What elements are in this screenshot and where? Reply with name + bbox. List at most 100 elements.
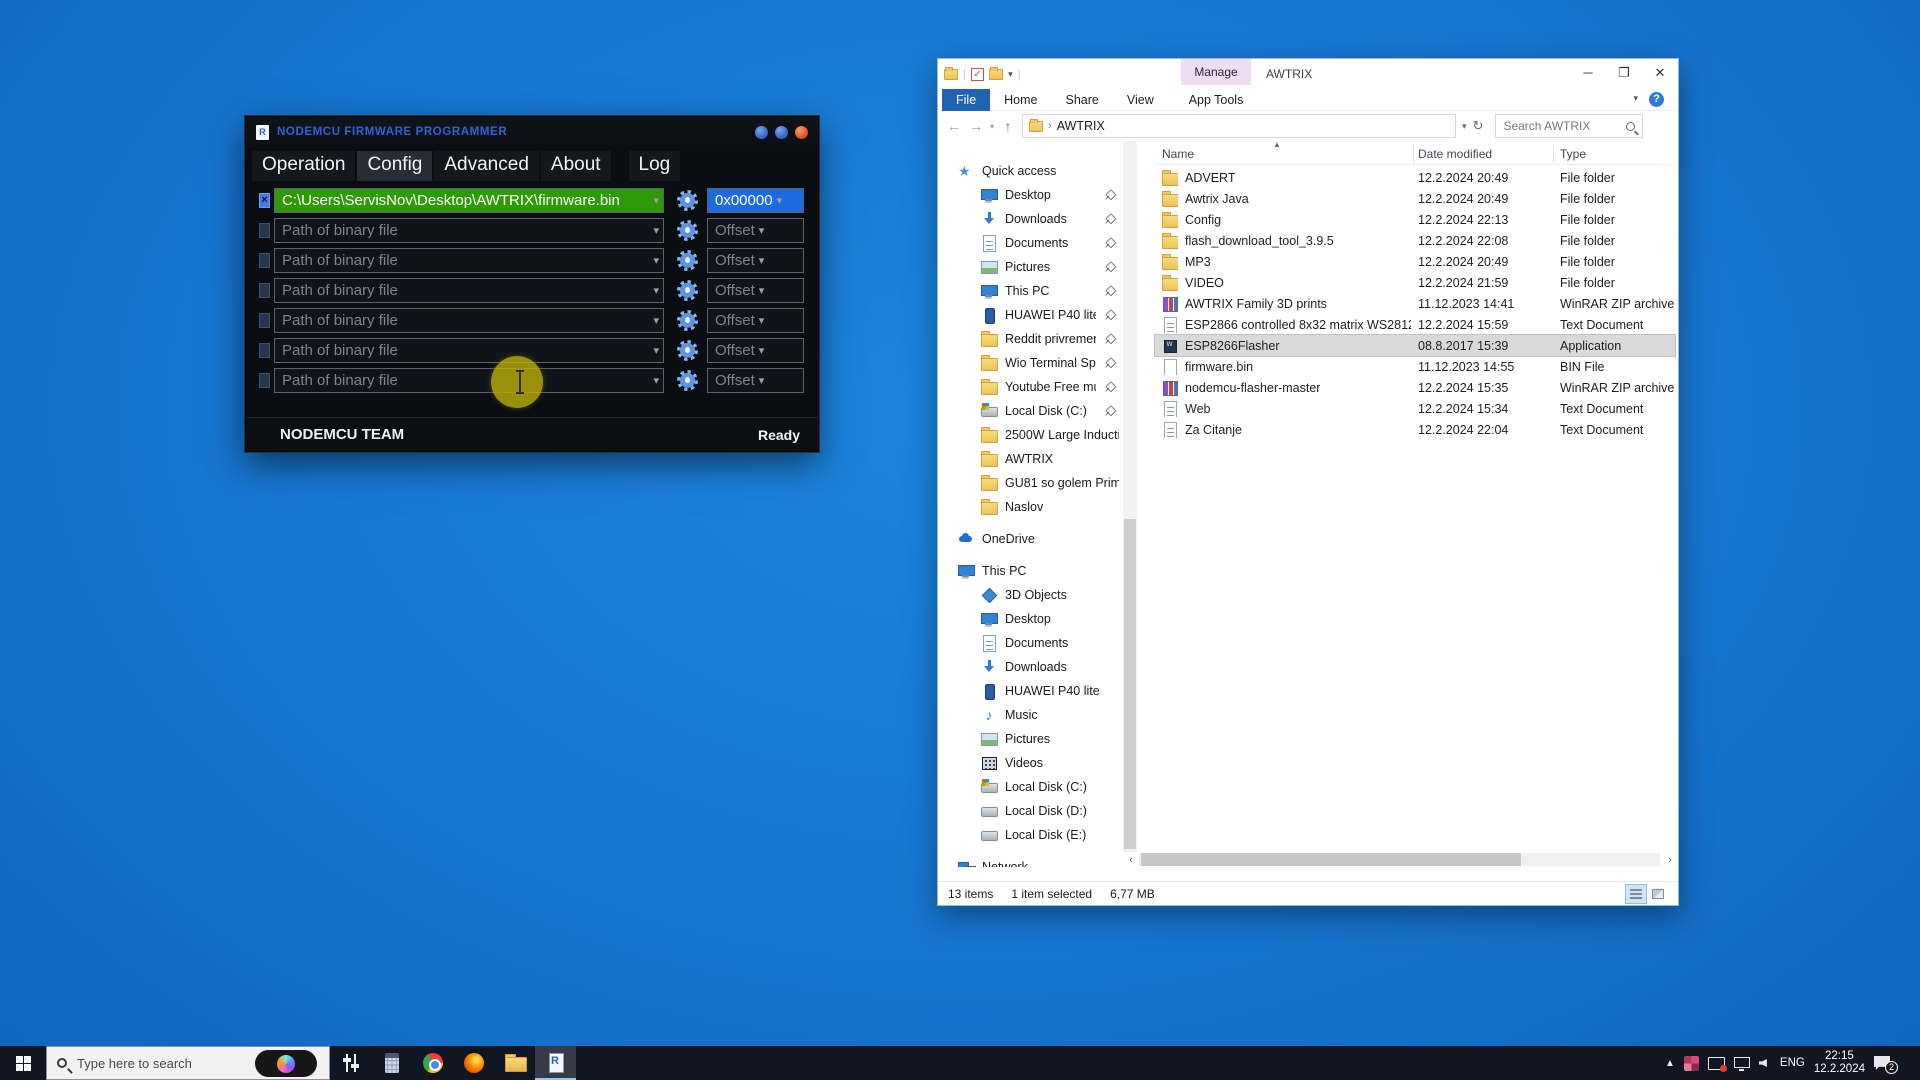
sidebar-item-local-disk-c-[interactable]: Local Disk (C:) — [938, 775, 1123, 799]
scroll-right-icon[interactable]: › — [1662, 854, 1678, 866]
sidebar-item-reddit-privremeni2[interactable]: Reddit privremeni2 — [938, 327, 1123, 351]
gear-icon[interactable] — [677, 190, 698, 211]
network-display-icon[interactable] — [1734, 1057, 1750, 1068]
tab-share[interactable]: Share — [1052, 89, 1113, 111]
file-row[interactable]: ESP2866 controlled 8x32 matrix WS2812 L.… — [1155, 314, 1675, 335]
language-indicator[interactable]: ENG — [1780, 1057, 1805, 1069]
taskbar-file-explorer-button[interactable] — [494, 1046, 535, 1080]
offset-field[interactable]: Offset▾ — [707, 278, 804, 303]
minimize-button[interactable]: ─ — [1570, 59, 1606, 87]
gear-icon[interactable] — [677, 370, 698, 391]
binary-path-field[interactable]: Path of binary file▾ — [274, 278, 664, 303]
details-view-button[interactable] — [1626, 885, 1646, 903]
binary-path-field[interactable]: C:\Users\ServisNov\Desktop\AWTRIX\firmwa… — [274, 188, 664, 213]
tab-home[interactable]: Home — [990, 89, 1051, 111]
tab-log[interactable]: Log — [629, 151, 681, 181]
offset-field[interactable]: Offset▾ — [707, 308, 804, 333]
screen-share-icon[interactable] — [1708, 1057, 1725, 1070]
file-row[interactable]: nodemcu-flasher-master12.2.2024 15:35Win… — [1155, 377, 1675, 398]
tab-operation[interactable]: Operation — [252, 151, 355, 181]
sidebar-item-local-disk-d-[interactable]: Local Disk (D:) — [938, 799, 1123, 823]
binary-path-field[interactable]: Path of binary file▾ — [274, 338, 664, 363]
hidden-icons-chevron-icon[interactable]: ▲ — [1665, 1058, 1675, 1069]
sidebar-item-this-pc[interactable]: This PC — [938, 279, 1123, 303]
file-row[interactable]: AWTRIX Family 3D prints11.12.2023 14:41W… — [1155, 293, 1675, 314]
sidebar-item-music[interactable]: Music — [938, 703, 1123, 727]
maximize-button[interactable] — [775, 126, 788, 139]
address-dropdown-chevron-icon[interactable]: ▾ — [1462, 121, 1467, 132]
tab-view[interactable]: View — [1113, 89, 1168, 111]
tab-about[interactable]: About — [541, 151, 611, 181]
qat-newfolder-icon[interactable] — [989, 69, 1003, 80]
file-row[interactable]: Awtrix Java12.2.2024 20:49File folder — [1155, 188, 1675, 209]
horizontal-scrollbar[interactable]: ‹ › — [1123, 852, 1678, 867]
row-checkbox[interactable] — [259, 373, 270, 388]
sidebar-item-huawei-p40-lite[interactable]: HUAWEI P40 lite — [938, 679, 1123, 703]
sidebar-item-youtube-free-music[interactable]: Youtube Free music — [938, 375, 1123, 399]
row-checkbox[interactable] — [259, 313, 270, 328]
start-button[interactable] — [0, 1046, 46, 1080]
maximize-button[interactable]: ❐ — [1606, 59, 1642, 87]
binary-path-field[interactable]: Path of binary file▾ — [274, 368, 664, 393]
sidebar-item-local-disk-e-[interactable]: Local Disk (E:) — [938, 823, 1123, 847]
taskbar-video-editor-button[interactable] — [330, 1046, 371, 1080]
path-dropdown-chevron-icon[interactable]: ▾ — [653, 194, 659, 207]
sidebar-item-naslov[interactable]: Naslov — [938, 495, 1123, 519]
scrollbar-thumb[interactable] — [1124, 519, 1136, 849]
offset-field[interactable]: Offset▾ — [707, 248, 804, 273]
taskbar-nodemcu-flasher-button[interactable] — [535, 1046, 576, 1080]
back-icon[interactable]: ← — [946, 118, 962, 134]
sidebar-item-2500w-large-induction-h[interactable]: 2500W Large Induction H — [938, 423, 1123, 447]
column-name[interactable]: Name — [1162, 143, 1194, 165]
scrollbar-thumb[interactable] — [1141, 853, 1521, 866]
clock[interactable]: 22:15 12.2.2024 — [1814, 1050, 1865, 1076]
row-checkbox[interactable]: × — [259, 193, 270, 208]
tray-app-icon[interactable] — [1684, 1056, 1699, 1071]
large-icons-view-button[interactable] — [1648, 885, 1668, 903]
path-dropdown-chevron-icon[interactable]: ▾ — [653, 344, 659, 357]
file-row[interactable]: firmware.bin11.12.2023 14:55BIN File — [1155, 356, 1675, 377]
history-chevron-icon[interactable]: ▾ — [990, 122, 994, 131]
sidebar-item-downloads[interactable]: Downloads — [938, 655, 1123, 679]
volume-icon[interactable] — [1759, 1059, 1767, 1067]
explorer-titlebar[interactable]: | ✓ ▾ | Manage AWTRIX ─ ❐ ✕ — [938, 59, 1678, 89]
nodemcu-titlebar[interactable]: NODEMCU FIRMWARE PROGRAMMER — [246, 117, 818, 147]
navigation-scrollbar[interactable]: ▾ — [1123, 141, 1137, 867]
file-row[interactable]: ESP8266Flasher08.8.2017 15:39Application — [1155, 335, 1675, 356]
offset-field[interactable]: Offset▾ — [707, 218, 804, 243]
offset-dropdown-chevron-icon[interactable]: ▾ — [759, 314, 765, 327]
sidebar-item-videos[interactable]: Videos — [938, 751, 1123, 775]
offset-dropdown-chevron-icon[interactable]: ▾ — [759, 284, 765, 297]
search-box[interactable]: Search AWTRIX — [1495, 114, 1643, 138]
gear-icon[interactable] — [677, 220, 698, 241]
offset-field[interactable]: Offset▾ — [707, 338, 804, 363]
offset-dropdown-chevron-icon[interactable]: ▾ — [759, 224, 765, 237]
offset-dropdown-chevron-icon[interactable]: ▾ — [759, 254, 765, 267]
sidebar-item-awtrix[interactable]: AWTRIX — [938, 447, 1123, 471]
path-dropdown-chevron-icon[interactable]: ▾ — [653, 314, 659, 327]
path-dropdown-chevron-icon[interactable]: ▾ — [653, 224, 659, 237]
sidebar-item-desktop[interactable]: Desktop — [938, 607, 1123, 631]
row-checkbox[interactable] — [259, 283, 270, 298]
tab-file[interactable]: File — [942, 89, 990, 111]
taskbar-chrome-button[interactable] — [412, 1046, 453, 1080]
file-row[interactable]: Za Citanje12.2.2024 22:04Text Document — [1155, 419, 1675, 440]
copilot-button[interactable] — [255, 1050, 317, 1077]
taskbar-firefox-button[interactable] — [453, 1046, 494, 1080]
up-icon[interactable]: ↑ — [1000, 118, 1016, 134]
tab-config[interactable]: Config — [357, 151, 432, 181]
minimize-button[interactable] — [755, 126, 768, 139]
binary-path-field[interactable]: Path of binary file▾ — [274, 218, 664, 243]
qat-properties-icon[interactable]: ✓ — [971, 68, 984, 81]
gear-icon[interactable] — [677, 340, 698, 361]
sidebar-item-desktop[interactable]: Desktop — [938, 183, 1123, 207]
offset-field[interactable]: 0x00000▾ — [707, 188, 804, 213]
sidebar-item-onedrive[interactable]: OneDrive — [938, 527, 1123, 551]
sidebar-item-quick-access[interactable]: Quick access — [938, 159, 1123, 183]
taskbar-calculator-button[interactable] — [371, 1046, 412, 1080]
offset-dropdown-chevron-icon[interactable]: ▾ — [759, 374, 765, 387]
file-row[interactable]: flash_download_tool_3.9.512.2.2024 22:08… — [1155, 230, 1675, 251]
help-icon[interactable]: ? — [1649, 92, 1664, 107]
qat-folder-icon[interactable] — [944, 69, 958, 80]
gear-icon[interactable] — [677, 250, 698, 271]
